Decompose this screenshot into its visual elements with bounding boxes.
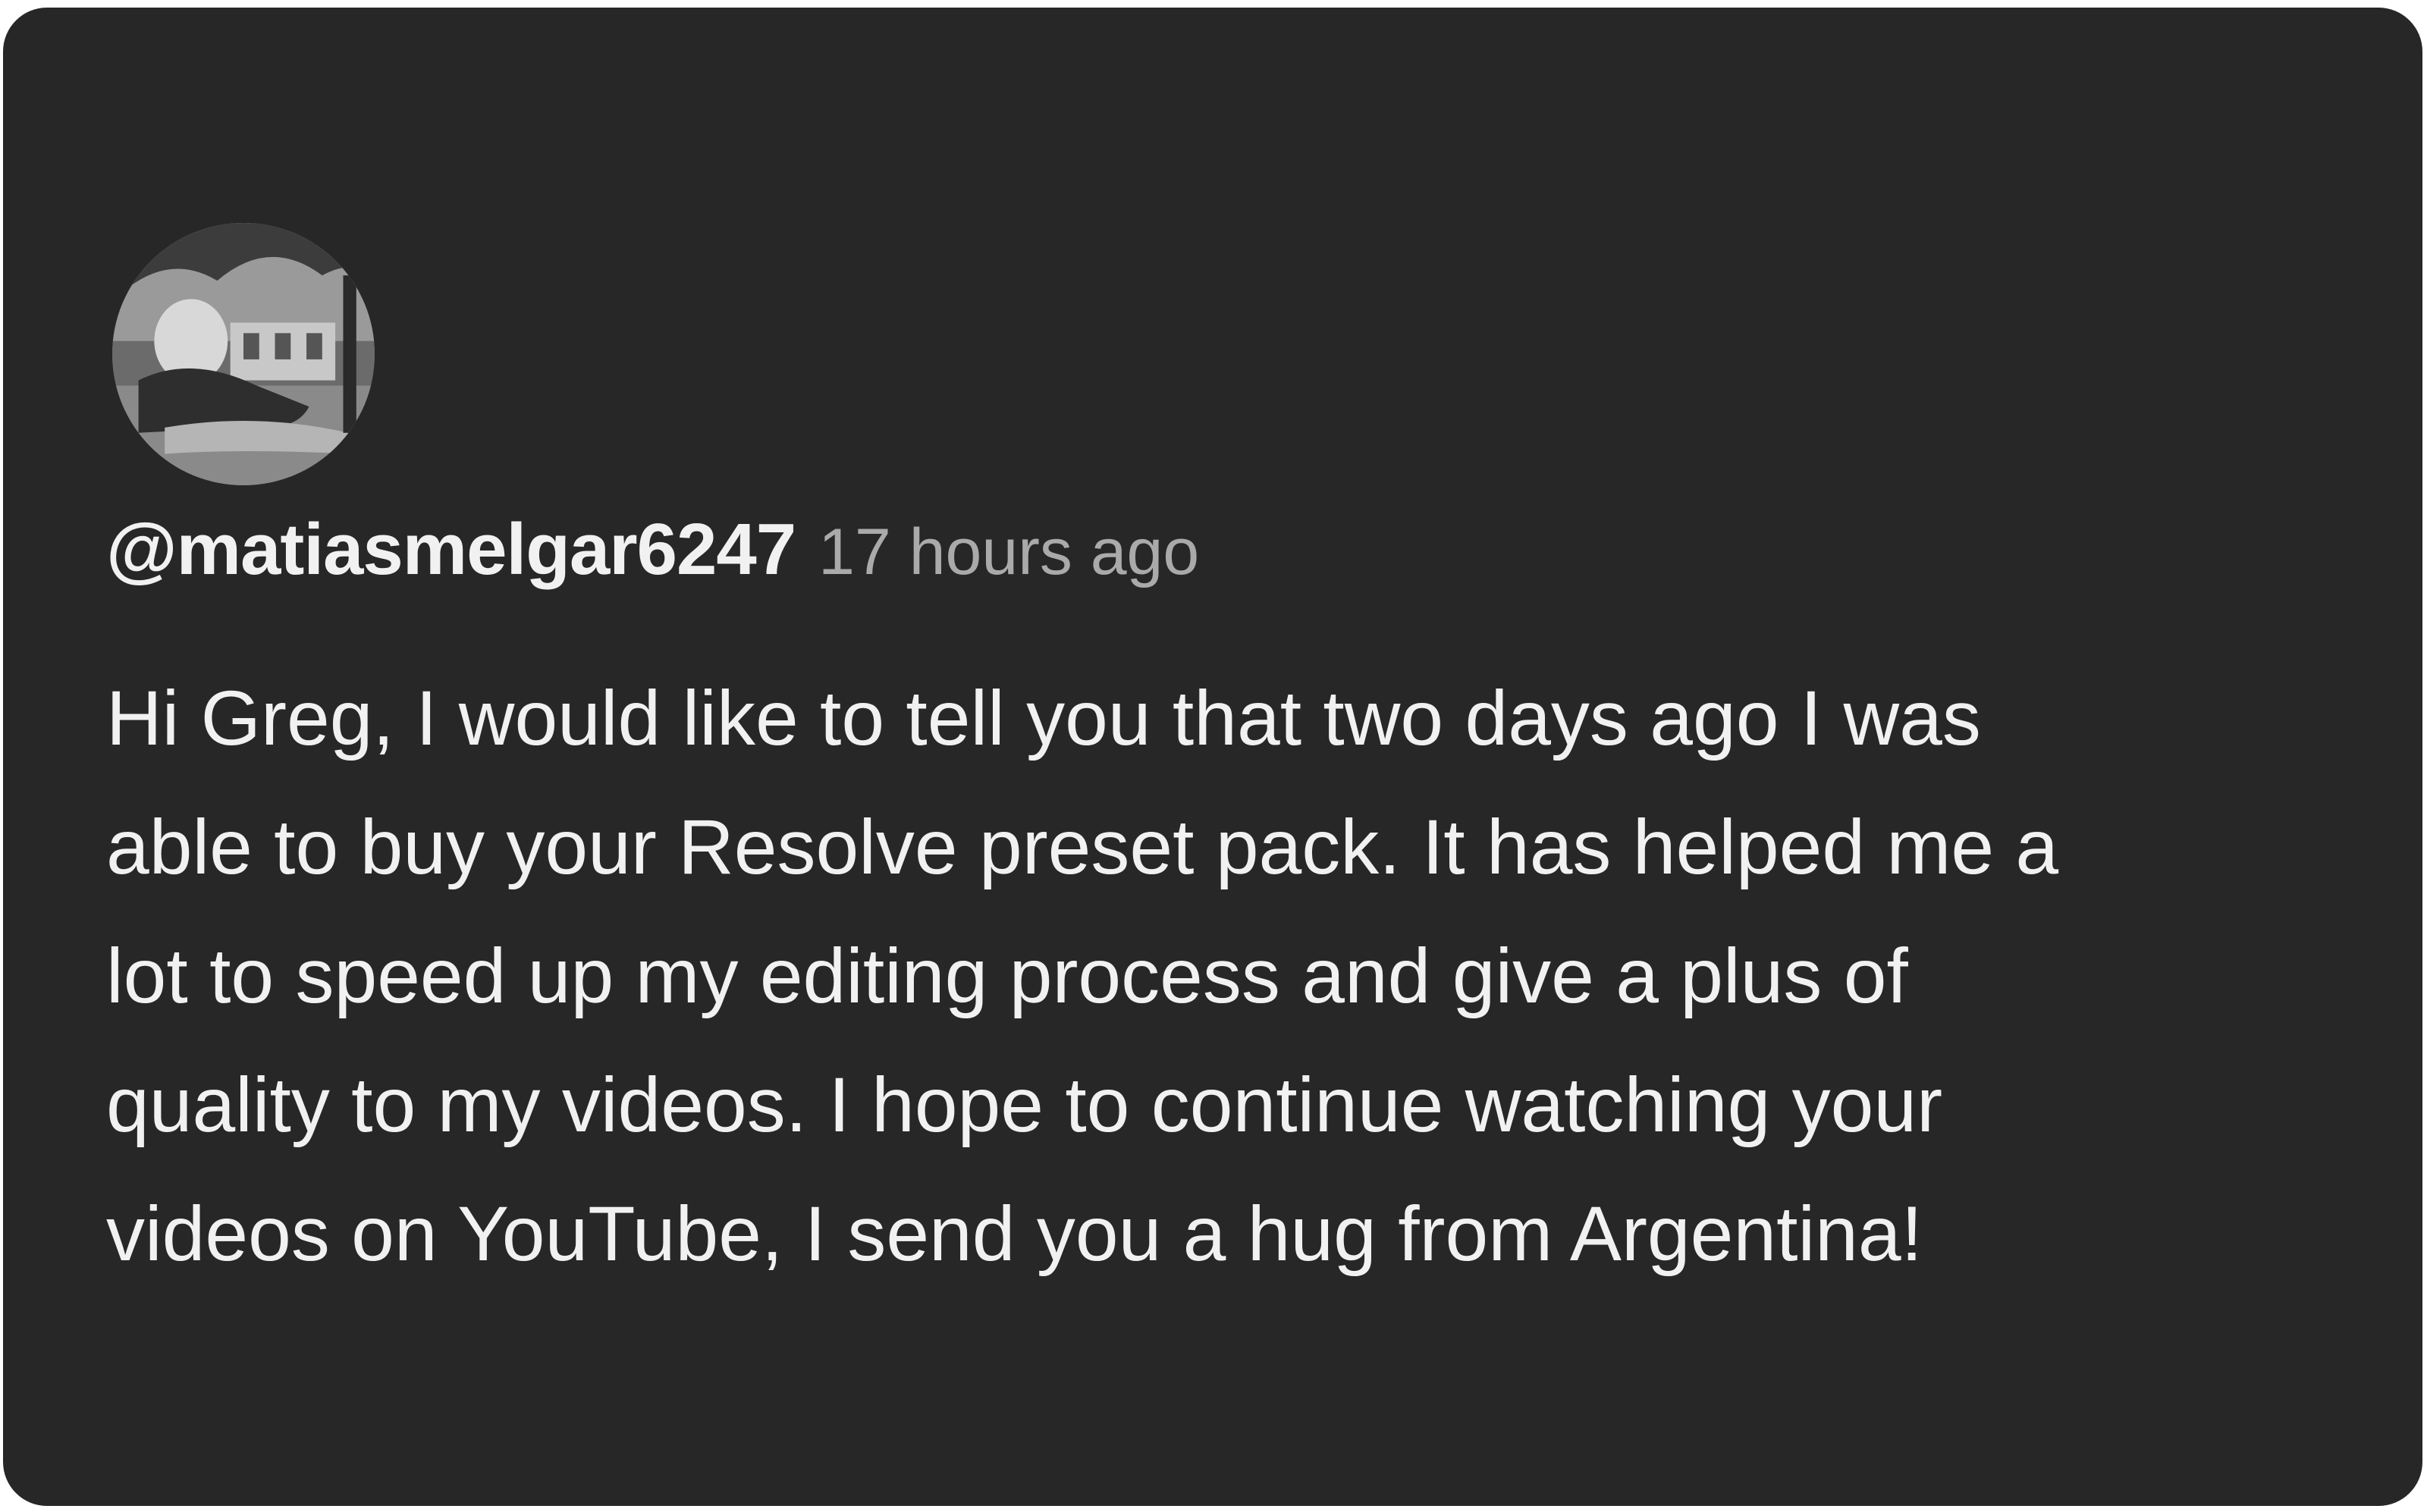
comment-text-line: videos on YouTube, I send you a hug from… — [106, 1190, 1923, 1277]
comment-text-line: Hi Greg, I would like to tell you that t… — [106, 675, 1981, 761]
avatar[interactable] — [112, 223, 375, 485]
comment-card: @matiasmelgar6247 17 hours ago Hi Greg, I… — [3, 8, 2422, 1506]
comment-text-line: quality to my videos. I hope to continue… — [106, 1062, 1943, 1148]
comment-text-line: lot to speed up my editing process and g… — [106, 933, 1908, 1019]
comment-header: @matiasmelgar6247 17 hours ago — [106, 508, 1199, 591]
author-handle[interactable]: @matiasmelgar6247 — [106, 509, 796, 590]
comment-text: Hi Greg, I would like to tell you that t… — [106, 654, 2381, 1298]
avatar-photo — [112, 223, 375, 485]
comment-text-line: able to buy your Resolve preset pack. It… — [106, 804, 2059, 890]
comment-timestamp[interactable]: 17 hours ago — [818, 516, 1199, 588]
